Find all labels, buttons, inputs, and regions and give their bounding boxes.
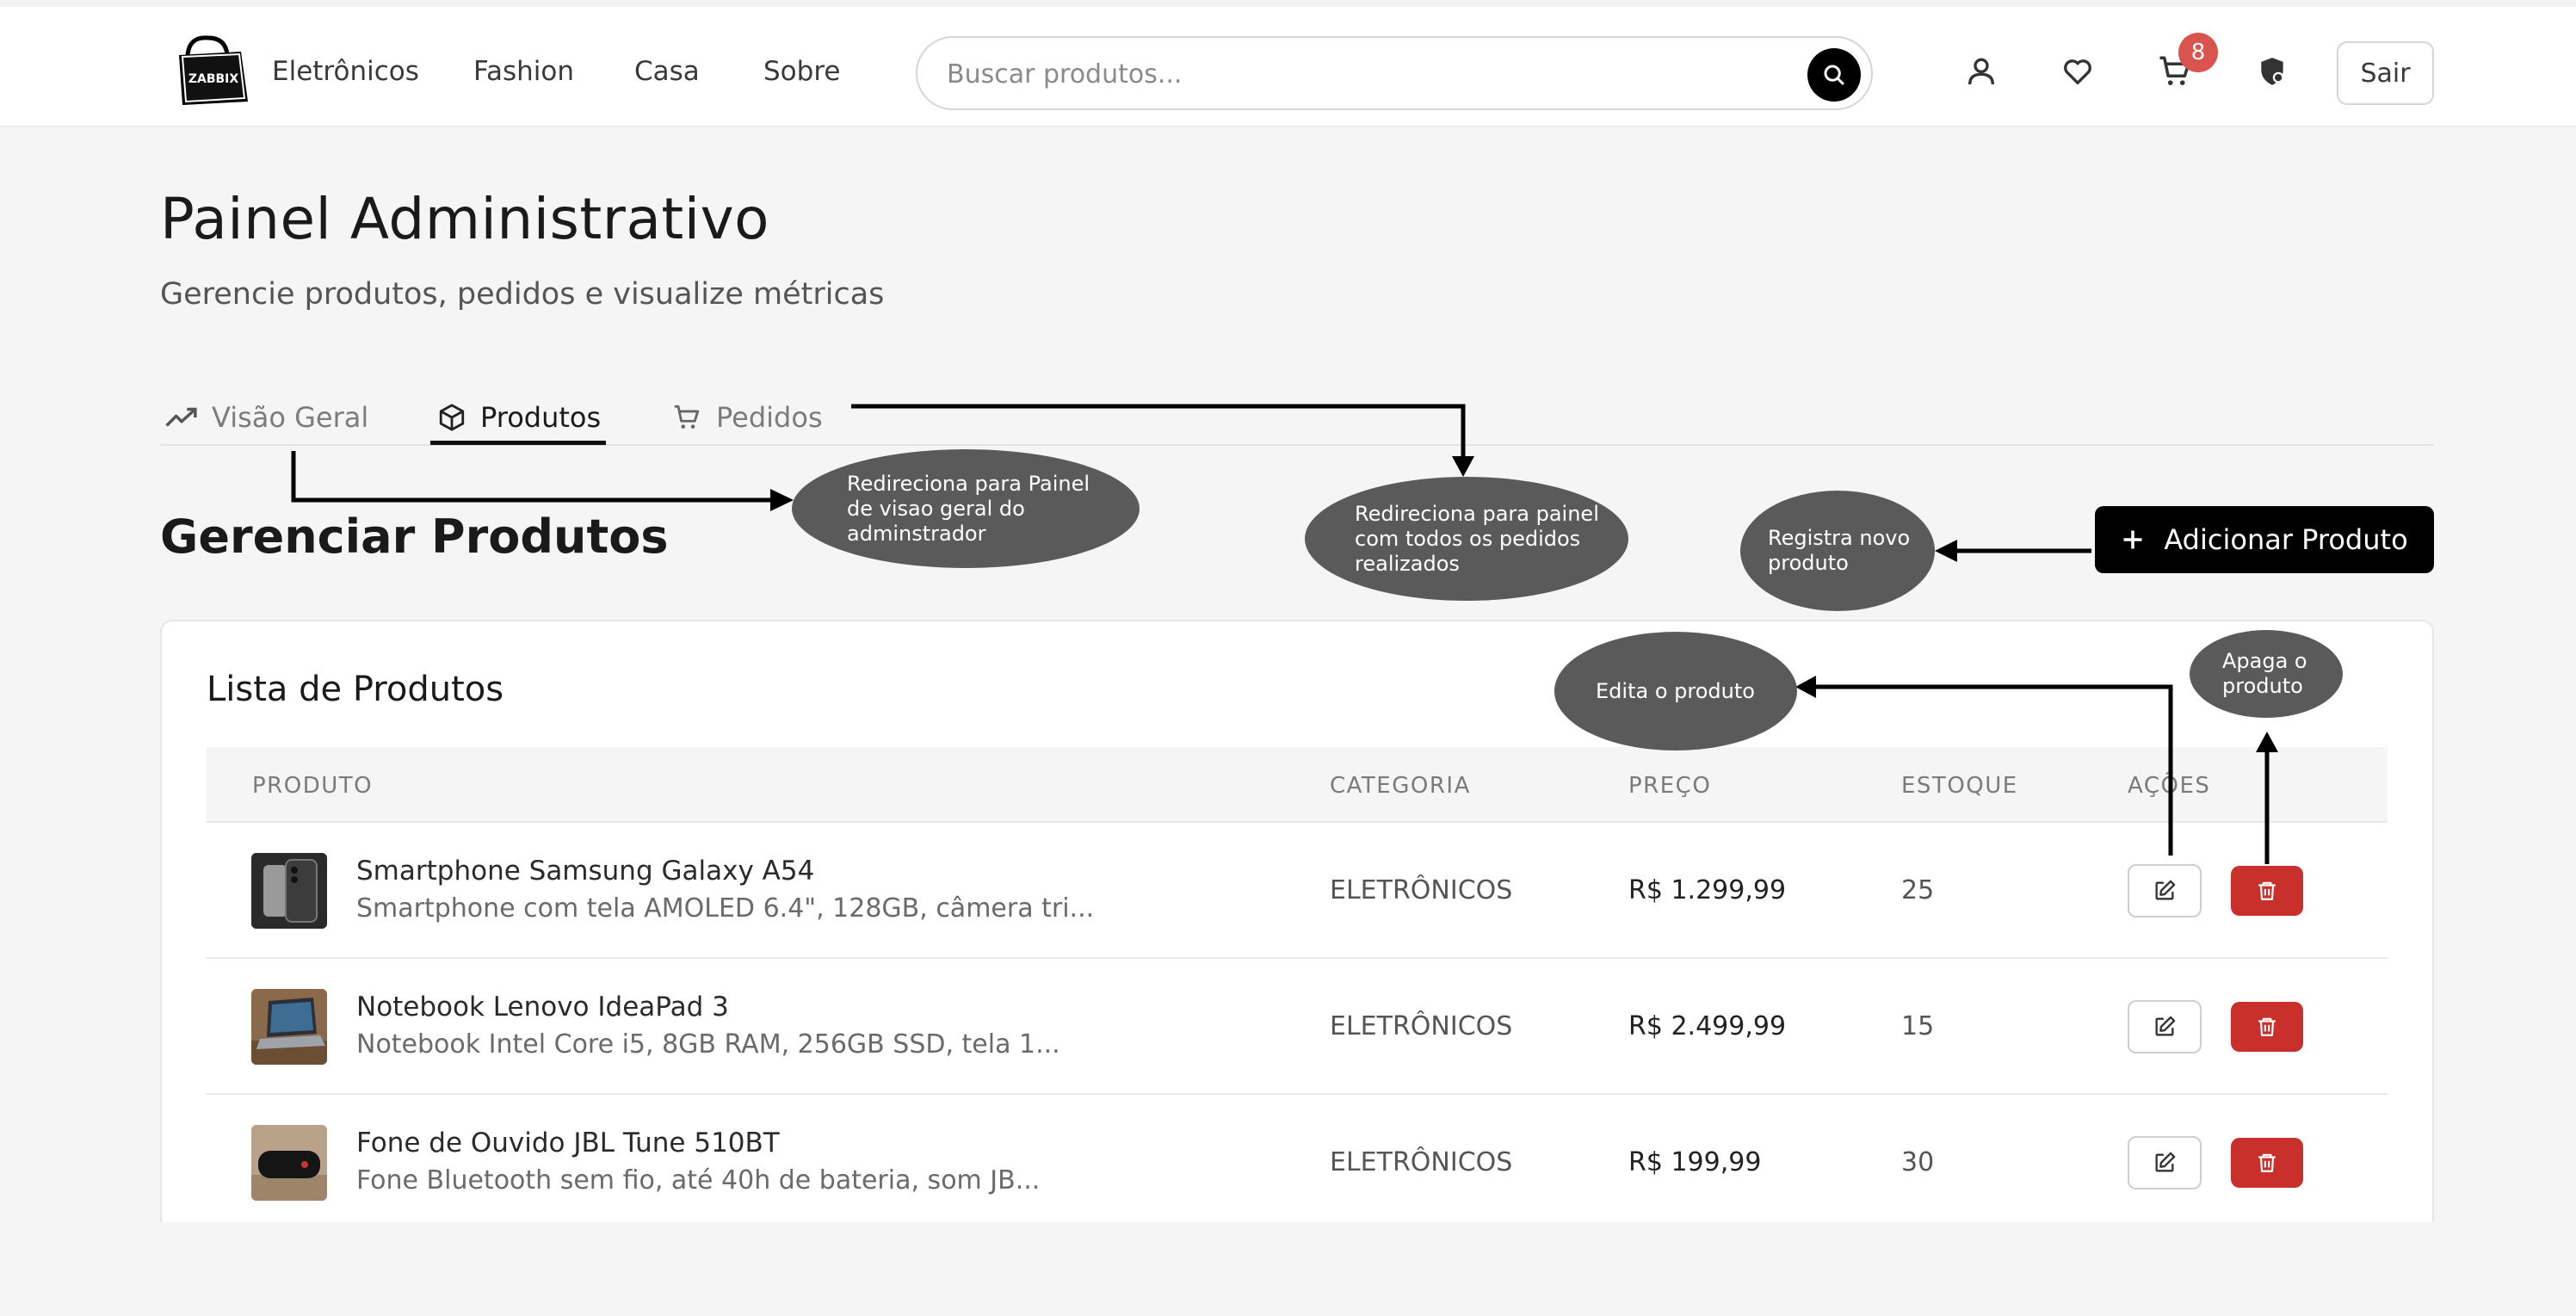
annotation-text: Apaga o produto [2222, 649, 2307, 698]
annotation-text: Registra novo produto [1768, 526, 1911, 575]
arrow-edit [1813, 684, 2173, 856]
annotation-orders: Redireciona para painel com todos os ped… [1305, 477, 1628, 601]
annotation-edit: Edita o produto [1554, 632, 1797, 751]
annotation-text: Redireciona para Painel de visao geral d… [847, 471, 1090, 546]
annotation-delete: Apaga o produto [2190, 630, 2343, 718]
annotation-text: Redireciona para painel com todos os ped… [1355, 501, 1599, 576]
annotation-text: Edita o produto [1596, 678, 1755, 703]
annotation-overview: Redireciona para Painel de visao geral d… [792, 449, 1140, 568]
annotation-register: Registra novo produto [1740, 491, 1935, 611]
annotation-arrows [291, 404, 2278, 864]
arrow-overview [291, 451, 775, 503]
